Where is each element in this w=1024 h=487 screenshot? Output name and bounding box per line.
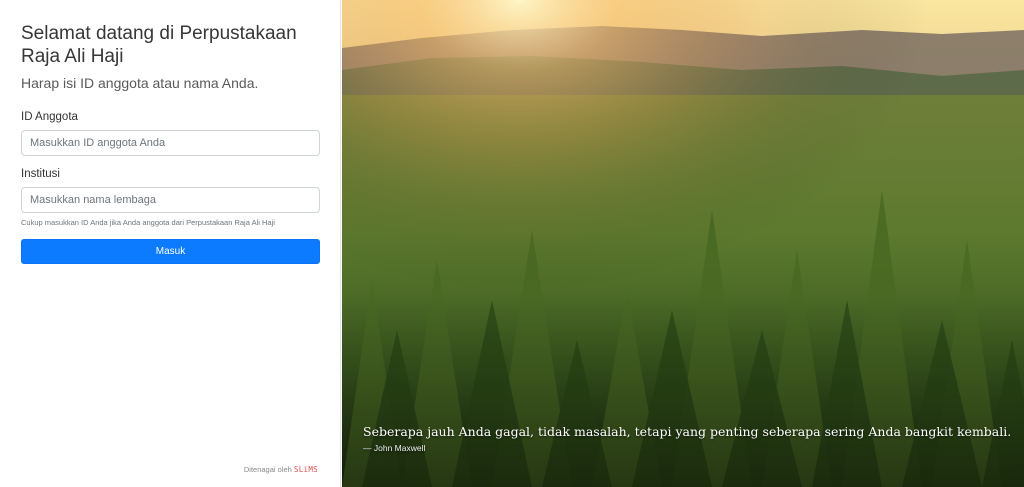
page-subtitle: Harap isi ID anggota atau nama Anda. [21,75,259,91]
help-text: Cukup masukkan ID Anda jika Anda anggota… [21,218,275,227]
institution-label: Institusi [21,168,60,180]
powered-by: Ditenagai oleh SLiMS [244,465,318,474]
quote-author: — John Maxwell [363,443,426,453]
submit-button[interactable]: Masuk [21,239,320,264]
page-title: Selamat datang di Perpustakaan Raja Ali … [21,23,297,67]
forest-landscape-image [342,0,1024,487]
login-panel: Selamat datang di Perpustakaan Raja Ali … [0,0,341,487]
member-id-input[interactable] [21,130,320,156]
slims-logo[interactable]: SLiMS [294,465,318,474]
hero-image: Seberapa jauh Anda gagal, tidak masalah,… [342,0,1024,487]
institution-input[interactable] [21,187,320,213]
powered-by-text: Ditenagai oleh [243,465,292,474]
quote-text: Seberapa jauh Anda gagal, tidak masalah,… [363,424,1012,439]
member-id-label: ID Anggota [21,111,78,123]
